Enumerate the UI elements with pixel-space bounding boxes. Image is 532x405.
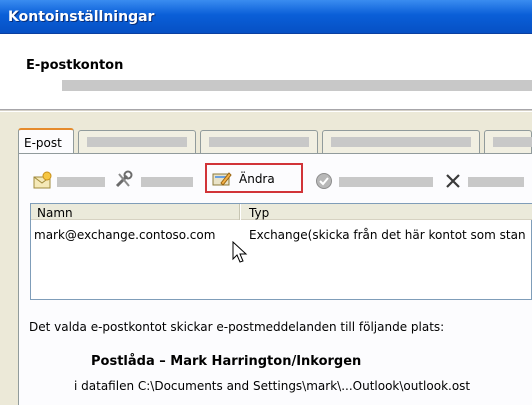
remove-label-placeholder (468, 177, 524, 187)
window-title: Kontoinställningar (8, 9, 155, 25)
new-account-icon[interactable] (31, 171, 53, 191)
repair-button-label-placeholder (141, 177, 193, 187)
title-bar: Kontoinställningar (0, 0, 532, 34)
account-row-type[interactable]: Exchange(skicka från det här kontot som … (249, 228, 526, 242)
tab-strip: E-post (18, 128, 532, 153)
tab-label-placeholder (331, 137, 471, 147)
tab-rss-feeds[interactable] (200, 130, 318, 153)
tab-sharepoint-lists[interactable] (322, 130, 480, 153)
page-title: E-postkonton (26, 58, 124, 73)
tab-data-files[interactable] (78, 130, 196, 153)
repair-icon[interactable] (113, 170, 135, 190)
account-list[interactable]: Namn Typ mark@exchange.contoso.com Excha… (30, 203, 532, 300)
column-divider[interactable] (239, 204, 241, 220)
column-header-type[interactable]: Typ (249, 206, 269, 220)
tab-label-placeholder (209, 137, 309, 147)
new-button-label-placeholder (57, 177, 105, 187)
delivery-description: Det valda e-postkontot skickar e-postmed… (29, 320, 445, 334)
header-divider (0, 110, 532, 112)
delivery-mailbox: Postlåda – Mark Harrington/Inkorgen (91, 354, 362, 369)
account-row-name[interactable]: mark@exchange.contoso.com (34, 228, 215, 242)
header-area: E-postkonton (0, 34, 532, 110)
account-list-header: Namn Typ (31, 204, 532, 220)
set-default-label-placeholder (339, 177, 433, 187)
tab-label-placeholder (493, 137, 532, 147)
change-icon (212, 172, 232, 186)
tab-label-placeholder (87, 137, 187, 147)
tab-email[interactable]: E-post (18, 128, 74, 153)
set-default-icon[interactable] (314, 171, 334, 191)
column-header-name[interactable]: Namn (37, 206, 73, 220)
delivery-datafile: i datafilen C:\Documents and Settings\ma… (74, 379, 471, 393)
mouse-cursor-icon (232, 241, 248, 263)
change-button-label: Ändra (239, 172, 275, 186)
change-button[interactable]: Ändra (205, 163, 303, 193)
tab-email-label: E-post (24, 136, 62, 150)
tab-internet-calendars[interactable] (484, 130, 532, 153)
remove-icon[interactable] (443, 171, 463, 191)
page-subtitle-placeholder (62, 80, 532, 91)
